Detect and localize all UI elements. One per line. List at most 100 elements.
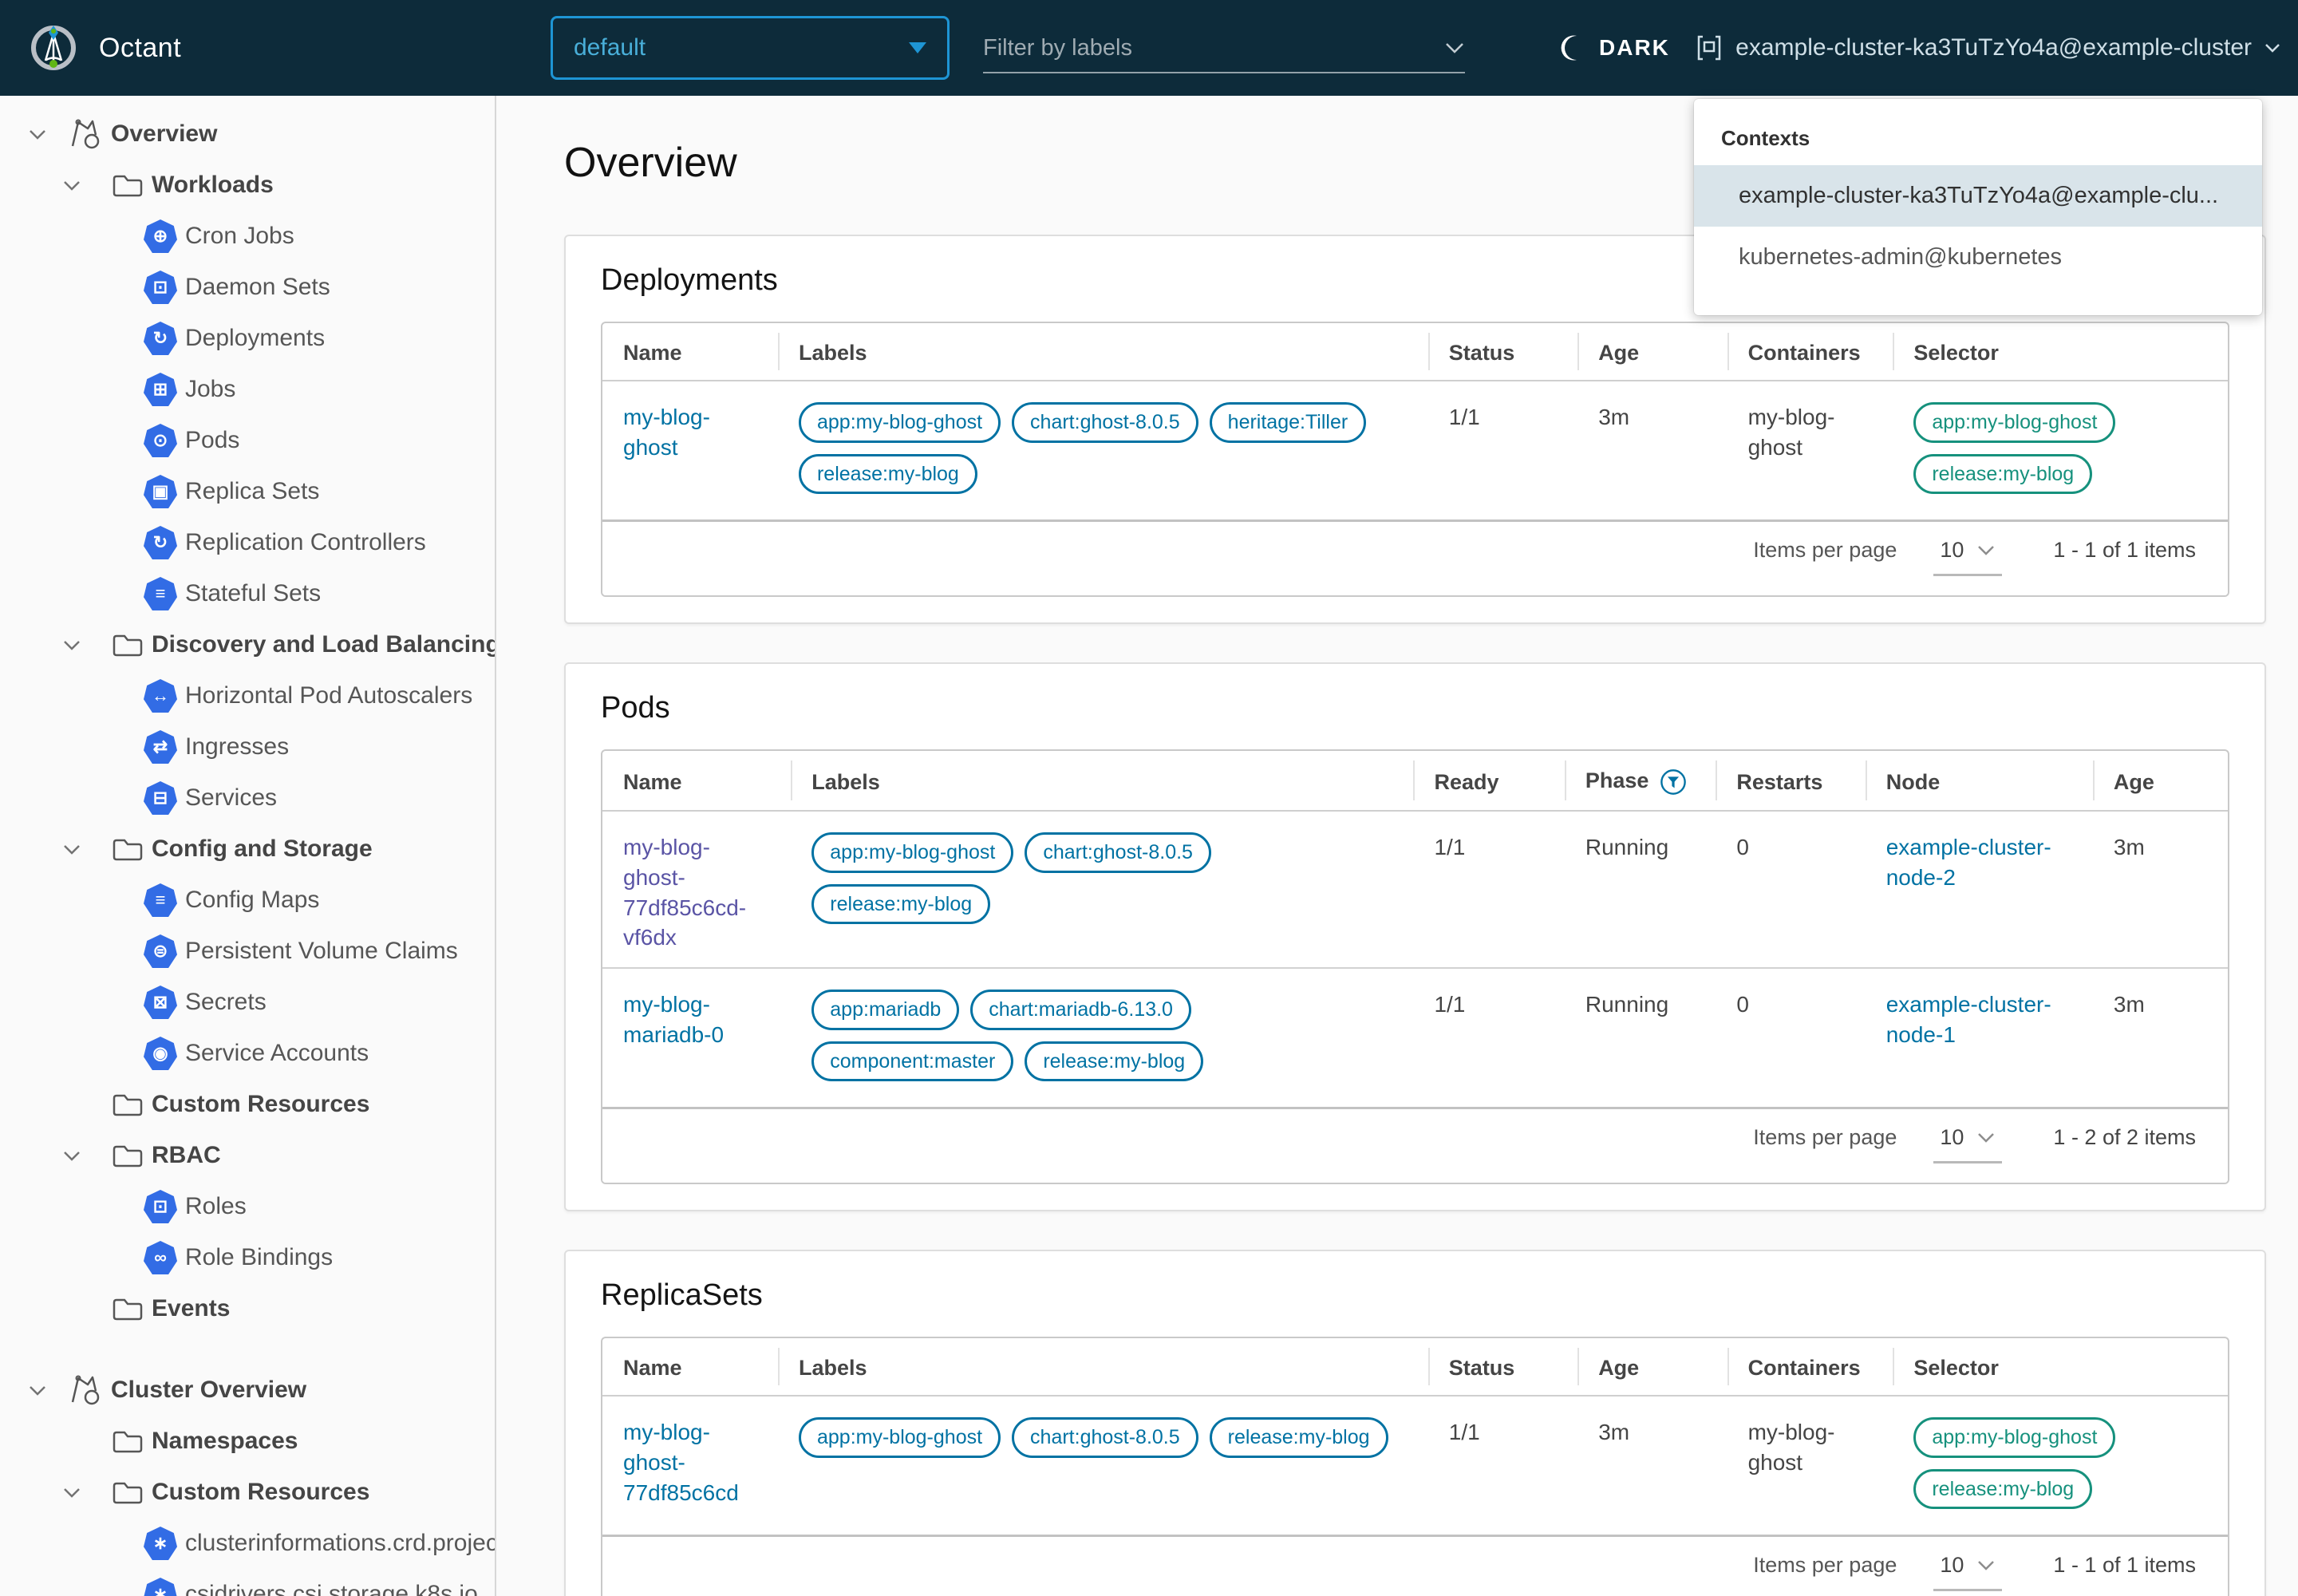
label-chip[interactable]: chart:ghost-8.0.5 xyxy=(1025,832,1211,873)
sidebar-item-custom-resources[interactable]: Custom Resources xyxy=(0,1467,495,1518)
items-per-page-select[interactable]: 10 xyxy=(1933,1553,2002,1591)
sidebar-item-config-maps[interactable]: ≡Config Maps xyxy=(0,875,495,926)
sidebar-item-label: Stateful Sets xyxy=(185,580,321,607)
resource-link[interactable]: my-blog-mariadb-0 xyxy=(623,992,724,1047)
filter-icon[interactable] xyxy=(1660,768,1687,796)
chevron-down-icon xyxy=(62,1487,81,1499)
selector-chip[interactable]: release:my-blog xyxy=(1913,1469,2092,1510)
cell-name: my-blog-ghost-77df85c6cd xyxy=(602,1396,778,1535)
app-logo[interactable]: Octant xyxy=(0,22,181,74)
label-chip[interactable]: component:master xyxy=(811,1041,1013,1082)
icon-slot xyxy=(112,1091,144,1118)
sidebar-item-daemon-sets[interactable]: ⊡Daemon Sets xyxy=(0,262,495,313)
selector-chip[interactable]: app:my-blog-ghost xyxy=(1913,402,2115,443)
namespace-select-value: default xyxy=(574,34,646,61)
chevron-slot xyxy=(28,1385,68,1396)
dark-mode-toggle[interactable]: DARK xyxy=(1558,0,1670,96)
data-table: NameLabelsStatusAgeContainersSelectormy-… xyxy=(602,323,2228,519)
label-chip[interactable]: release:my-blog xyxy=(799,454,977,495)
label-chip[interactable]: heritage:Tiller xyxy=(1210,402,1367,443)
column-header-label: Containers xyxy=(1748,1356,1861,1380)
sidebar-item-rbac[interactable]: RBAC xyxy=(0,1130,495,1181)
items-per-page-select[interactable]: 10 xyxy=(1933,538,2002,576)
sidebar-item-deployments[interactable]: ↻Deployments xyxy=(0,313,495,364)
sidebar-item-events[interactable]: Events xyxy=(0,1283,495,1334)
label-chip[interactable]: release:my-blog xyxy=(1025,1041,1203,1082)
cell-containers: my-blog-ghost xyxy=(1727,1396,1893,1535)
sidebar-item-replication-controllers[interactable]: ↻Replication Controllers xyxy=(0,517,495,568)
chevron-slot xyxy=(28,128,68,140)
context-option[interactable]: kubernetes-admin@kubernetes xyxy=(1694,227,2262,288)
roles-icon: ⊡ xyxy=(144,1190,177,1223)
label-filter-input[interactable]: Filter by labels xyxy=(983,24,1465,73)
secrets-icon: ⊠ xyxy=(144,986,177,1019)
label-chip[interactable]: app:my-blog-ghost xyxy=(799,1417,1001,1458)
sidebar-item-role-bindings[interactable]: ∞Role Bindings xyxy=(0,1232,495,1283)
label-chip[interactable]: chart:ghost-8.0.5 xyxy=(1012,1417,1198,1458)
chevron-slot xyxy=(62,639,112,651)
sidebar: OverviewWorkloads⊕Cron Jobs⊡Daemon Sets↻… xyxy=(0,96,496,1596)
sidebar-item-custom-resources[interactable]: Custom Resources xyxy=(0,1079,495,1130)
items-per-page-select[interactable]: 10 xyxy=(1933,1125,2002,1163)
cell-containers: my-blog-ghost xyxy=(1727,381,1893,519)
sidebar-item-stateful-sets[interactable]: ≡ Stateful Sets xyxy=(0,568,495,619)
sidebar-item-discovery-and-load-balancing[interactable]: Discovery and Load Balancing xyxy=(0,619,495,670)
icon-slot: ⇄ xyxy=(144,730,177,764)
sidebar-item-jobs[interactable]: ⊞Jobs xyxy=(0,364,495,415)
section-pods: PodsNameLabelsReadyPhase RestartsNodeAge… xyxy=(564,662,2266,1211)
icon-slot: ∗ xyxy=(144,1527,177,1560)
resource-link[interactable]: example-cluster-node-1 xyxy=(1886,992,2051,1047)
sidebar-item-services[interactable]: ⊟Services xyxy=(0,772,495,824)
sidebar-item-label: clusterinformations.crd.projec xyxy=(185,1530,496,1557)
resource-link[interactable]: my-blog-ghost-77df85c6cd-vf6dx xyxy=(623,835,746,950)
sidebar-item-pods[interactable]: ⊙Pods xyxy=(0,415,495,466)
pagination-range: 1 - 1 of 1 items xyxy=(2053,1553,2196,1578)
cell-selector: app:my-blog-ghost release:my-blog xyxy=(1893,1396,2228,1535)
sidebar-item-cluster-overview[interactable]: Cluster Overview xyxy=(0,1365,495,1416)
cell-text: 1/1 xyxy=(1434,835,1465,859)
resource-link[interactable]: my-blog-ghost xyxy=(623,405,710,460)
label-chip[interactable]: app:my-blog-ghost xyxy=(799,402,1001,443)
sidebar-item-horizontal-pod-autoscalers[interactable]: ↔Horizontal Pod Autoscalers xyxy=(0,670,495,721)
table-row: my-blog-ghost-77df85c6cd-vf6dx app:my-blo… xyxy=(602,811,2228,968)
context-option[interactable]: example-cluster-ka3TuTzYo4a@example-clu.… xyxy=(1694,165,2262,227)
sidebar-item-cron-jobs[interactable]: ⊕Cron Jobs xyxy=(0,211,495,262)
icon-slot: ≡ xyxy=(144,577,177,610)
sidebar-item-ingresses[interactable]: ⇄Ingresses xyxy=(0,721,495,772)
selector-chip[interactable]: release:my-blog xyxy=(1913,454,2092,495)
selector-chip[interactable]: app:my-blog-ghost xyxy=(1913,1417,2115,1458)
table-pagination: Items per page101 - 1 of 1 items xyxy=(602,519,2228,595)
label-chip[interactable]: release:my-blog xyxy=(811,884,990,925)
cell-age: 3m xyxy=(2093,968,2228,1107)
context-switcher[interactable]: example-cluster-ka3TuTzYo4a@example-clus… xyxy=(1696,0,2280,96)
sidebar-item-overview[interactable]: Overview xyxy=(0,109,495,160)
cell-text: 3m xyxy=(2114,835,2145,859)
sidebar-item-secrets[interactable]: ⊠Secrets xyxy=(0,977,495,1028)
items-per-page-label: Items per page xyxy=(1753,1553,1897,1578)
label-chip[interactable]: release:my-blog xyxy=(1210,1417,1388,1458)
app-header: Octant default Filter by labels DARK exa… xyxy=(0,0,2298,96)
label-chip[interactable]: app:mariadb xyxy=(811,990,959,1030)
sidebar-item-config-and-storage[interactable]: Config and Storage xyxy=(0,824,495,875)
resource-link[interactable]: example-cluster-node-2 xyxy=(1886,835,2051,890)
sidebar-item-label: Daemon Sets xyxy=(185,274,330,301)
sidebar-item-replica-sets[interactable]: ▣Replica Sets xyxy=(0,466,495,517)
sidebar-item-namespaces[interactable]: Namespaces xyxy=(0,1416,495,1467)
icon-slot: ⊡ xyxy=(144,1190,177,1223)
sidebar-item-workloads[interactable]: Workloads xyxy=(0,160,495,211)
sidebar-item-persistent-volume-claims[interactable]: ⊜Persistent Volume Claims xyxy=(0,926,495,977)
sidebar-item-clusterinformations-crd-projec[interactable]: ∗ clusterinformations.crd.projec xyxy=(0,1518,495,1569)
label-chip[interactable]: chart:mariadb-6.13.0 xyxy=(970,990,1191,1030)
label-chip[interactable]: chart:ghost-8.0.5 xyxy=(1012,402,1198,443)
sidebar-item-service-accounts[interactable]: ◉Service Accounts xyxy=(0,1028,495,1079)
sidebar-item-csidrivers-csi-storage-k8s-io[interactable]: ∗csidrivers.csi.storage.k8s.io xyxy=(0,1569,495,1596)
icon-slot: ▣ xyxy=(144,475,177,508)
data-table: NameLabelsReadyPhase RestartsNodeAgemy-b… xyxy=(602,751,2228,1107)
column-header-label: Status xyxy=(1449,341,1515,365)
cell-text: my-blog-ghost xyxy=(1748,405,1835,460)
sidebar-item-roles[interactable]: ⊡Roles xyxy=(0,1181,495,1232)
label-chip[interactable]: app:my-blog-ghost xyxy=(811,832,1013,873)
resource-link[interactable]: my-blog-ghost-77df85c6cd xyxy=(623,1420,739,1505)
namespace-select[interactable]: default xyxy=(551,16,950,80)
cell-labels: app:my-blog-ghost chart:ghost-8.0.5 herita… xyxy=(778,381,1428,519)
